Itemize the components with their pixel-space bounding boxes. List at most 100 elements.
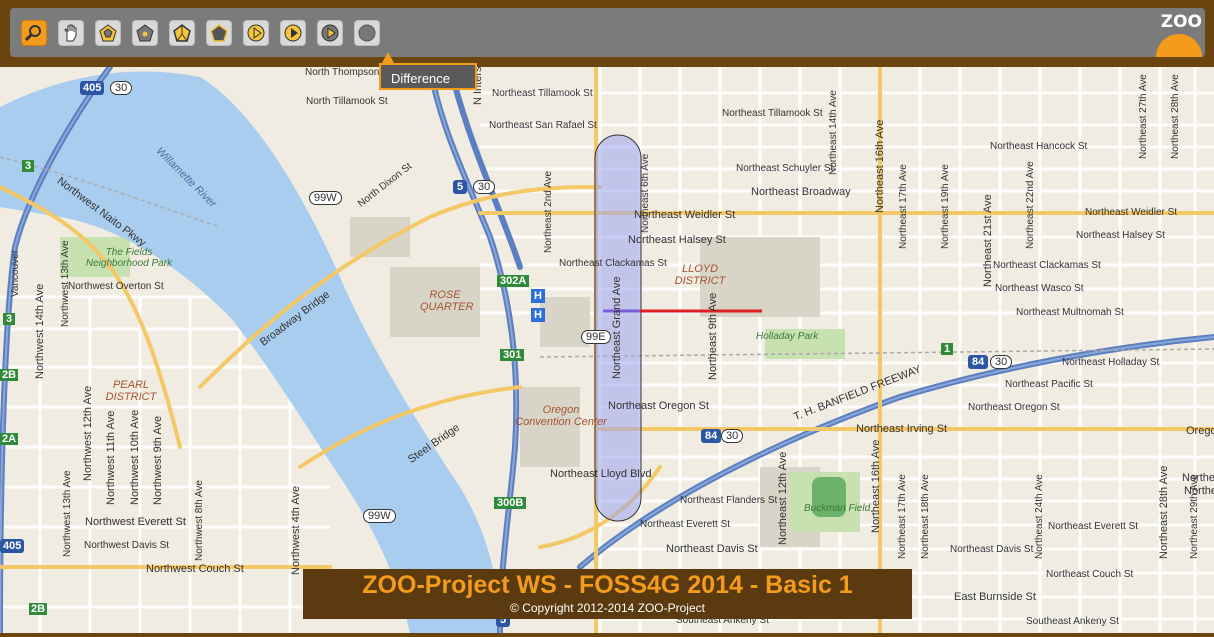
us-route-shield: 30 bbox=[721, 429, 744, 443]
street-label: Northeast Broadway bbox=[751, 186, 851, 198]
street-label: Northeast 17th Ave bbox=[897, 474, 908, 559]
street-label: Northwest Overton St bbox=[68, 281, 164, 292]
street-label: Northeast Halsey St bbox=[628, 234, 726, 246]
logo-sun-shape bbox=[1156, 34, 1202, 57]
street-label: Northwest 13th Ave bbox=[62, 470, 73, 557]
street-label: Northeast Weidler St bbox=[1085, 207, 1178, 218]
street-label: Northeast Grand Ave bbox=[611, 276, 623, 379]
exit-marker: 1 bbox=[941, 343, 954, 355]
interstate-shield: 405 bbox=[0, 539, 25, 553]
state-route-shield: 99W bbox=[363, 509, 396, 523]
title-banner: ZOO-Project WS - FOSS4G 2014 - Basic 1 ©… bbox=[303, 569, 912, 619]
interstate-shield: 405 bbox=[80, 81, 105, 95]
street-label: Northeast Irving St bbox=[856, 423, 948, 435]
zoom-tool-button[interactable] bbox=[21, 20, 47, 46]
street-label: Northwest 11th Ave bbox=[105, 410, 117, 505]
street-label: Northeast Multnomah St bbox=[1016, 307, 1124, 318]
street-label: Northeast Everett St bbox=[640, 519, 731, 530]
street-label: Northwest 8th Ave bbox=[194, 480, 205, 561]
us-route-shield: 30 bbox=[473, 180, 496, 194]
us-route-shield: 30 bbox=[990, 355, 1013, 369]
street-label: Northeast Flanders St bbox=[680, 495, 778, 506]
street-label: Northwest 13th Ave bbox=[60, 240, 71, 327]
exit-marker: 3 bbox=[3, 313, 16, 325]
difference-icon bbox=[358, 24, 376, 42]
difference-tool-button[interactable] bbox=[354, 20, 380, 46]
street-label: Northeast Lloyd Blvd bbox=[550, 468, 652, 480]
street-label: Northeast 2nd Ave bbox=[543, 170, 554, 253]
street-label: Northeast Couch St bbox=[1046, 569, 1134, 580]
street-label: Northeast 19th Ave bbox=[940, 164, 951, 249]
interstate-shield: 84 bbox=[968, 355, 989, 369]
street-label: Northeast Tillamook St bbox=[492, 88, 593, 99]
street-label: Northe bbox=[1182, 472, 1214, 484]
street-label: Northeast Pacific St bbox=[1005, 379, 1093, 390]
exit-marker: 2B bbox=[29, 603, 48, 615]
boundary-icon bbox=[173, 24, 191, 42]
street-label: Northeast 9th Ave bbox=[707, 292, 719, 380]
street-label: Northeast Schuyler St bbox=[736, 163, 834, 174]
street-label: Northeast Tillamook St bbox=[722, 108, 823, 119]
convex-hull-icon bbox=[210, 24, 228, 42]
street-label: Northeast 21st Ave bbox=[982, 194, 994, 287]
union-tool-button[interactable] bbox=[243, 20, 269, 46]
street-label: Northeast Hancock St bbox=[990, 141, 1088, 152]
map-view[interactable]: North Thompson St North Tillamook St Nor… bbox=[0, 67, 1214, 633]
street-label: Northwest 10th Ave bbox=[129, 409, 141, 505]
street-label: Northeast 6th Ave bbox=[640, 153, 651, 233]
street-label: Northeast Wasco St bbox=[995, 283, 1084, 294]
street-label: Vancouver bbox=[10, 249, 21, 297]
street-label: North Tillamook St bbox=[306, 96, 388, 107]
street-label: Southeast Ankeny St bbox=[1026, 616, 1119, 627]
interstate-shield: 84 bbox=[701, 429, 722, 443]
street-label: Northeast 28th Ave bbox=[1170, 74, 1181, 159]
street-label: Northeast 16th Ave bbox=[870, 439, 882, 533]
district-label: ROSE QUARTER bbox=[420, 289, 474, 313]
hospital-icon: H bbox=[531, 289, 545, 303]
tool-tooltip: Difference bbox=[379, 63, 477, 90]
exit-marker: 300B bbox=[494, 497, 527, 509]
street-label: Northeast 28th Ave bbox=[1158, 465, 1170, 559]
street-label: Northwest Everett St bbox=[85, 516, 186, 528]
street-label: Northeast 17th Ave bbox=[898, 164, 909, 249]
exit-marker: 302A bbox=[497, 275, 530, 287]
hand-icon bbox=[64, 24, 77, 42]
street-label: East Burnside St bbox=[954, 591, 1036, 603]
banner-title: ZOO-Project WS - FOSS4G 2014 - Basic 1 bbox=[362, 571, 853, 599]
street-label: Northeast San Rafael St bbox=[489, 120, 597, 131]
pan-tool-button[interactable] bbox=[58, 20, 84, 46]
street-label: Northeast 22nd Ave bbox=[1025, 161, 1036, 249]
interstate-shield: 5 bbox=[453, 180, 468, 194]
symdifference-tool-button[interactable] bbox=[317, 20, 343, 46]
street-label: Northeast bbox=[1184, 485, 1214, 497]
tooltip-arrow bbox=[382, 52, 394, 63]
boundary-tool-button[interactable] bbox=[169, 20, 195, 46]
street-label: Northeast Davis St bbox=[950, 544, 1034, 555]
intersection-icon bbox=[284, 24, 302, 42]
state-route-shield: 99E bbox=[581, 330, 611, 344]
street-label: Northeast Davis St bbox=[666, 543, 758, 555]
us-route-shield: 30 bbox=[110, 81, 133, 95]
poi-label: Oregon Convention Center bbox=[515, 404, 607, 428]
exit-marker: 301 bbox=[500, 349, 525, 361]
logo-text: ZOO bbox=[1160, 12, 1202, 32]
street-label: Northwest 14th Ave bbox=[34, 283, 46, 379]
buffer-tool-button[interactable] bbox=[95, 20, 121, 46]
street-label: Northwest Davis St bbox=[84, 540, 170, 551]
street-label: Northeast 24th Ave bbox=[1034, 474, 1045, 559]
district-label: LLOYD DISTRICT bbox=[674, 263, 726, 287]
street-label: Northeast 14th Ave bbox=[828, 90, 839, 175]
street-label: Northeast Everett St bbox=[1048, 521, 1139, 532]
convex-hull-tool-button[interactable] bbox=[206, 20, 232, 46]
street-label: Northeast 12th Ave bbox=[777, 451, 789, 545]
street-label: Northeast Clackamas St bbox=[993, 260, 1101, 271]
exit-marker: 2B bbox=[0, 369, 19, 381]
exit-marker: 2A bbox=[0, 433, 19, 445]
symdifference-icon bbox=[321, 24, 339, 42]
street-label: Oregon bbox=[1186, 425, 1214, 437]
intersection-tool-button[interactable] bbox=[280, 20, 306, 46]
zoom-icon bbox=[24, 25, 41, 42]
street-label: Northwest 12th Ave bbox=[82, 385, 94, 481]
hospital-icon: H bbox=[531, 308, 545, 322]
centroid-tool-button[interactable] bbox=[132, 20, 158, 46]
